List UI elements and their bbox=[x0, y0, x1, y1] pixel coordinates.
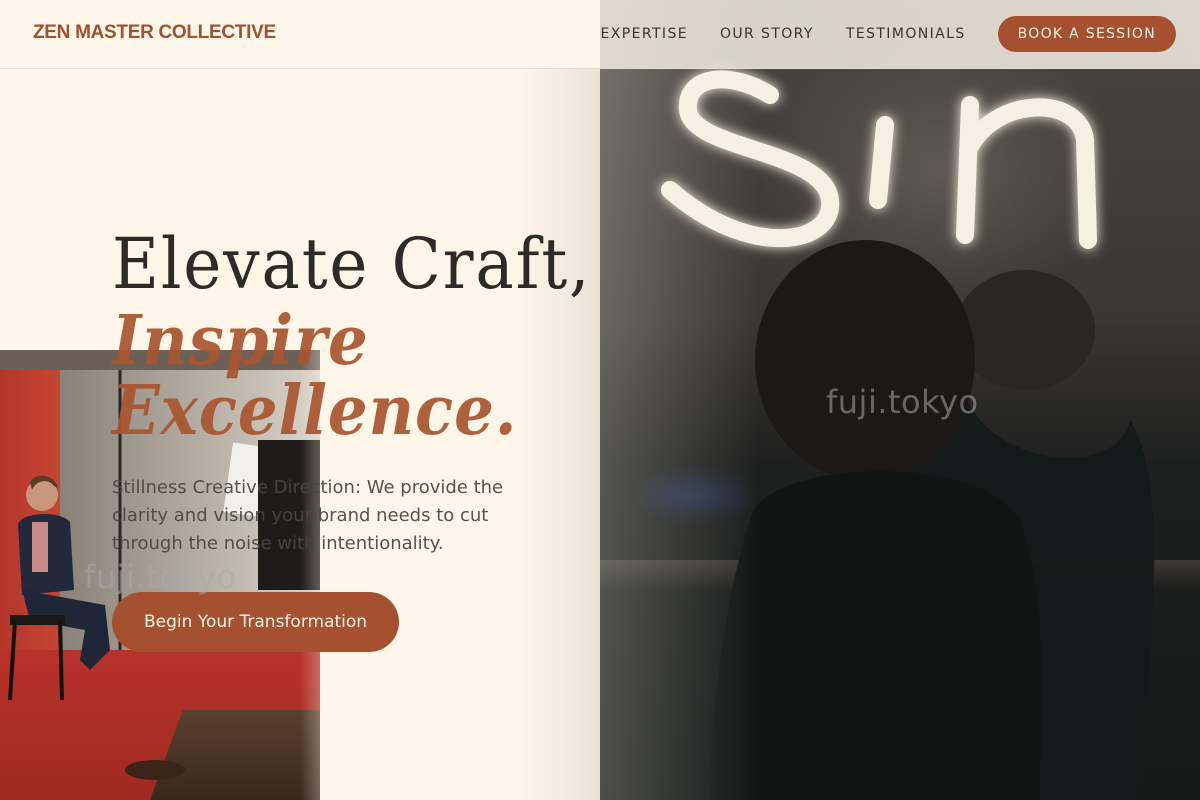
main-nav: EXPERTISE OUR STORY TESTIMONIALS BOOK A … bbox=[601, 16, 1176, 52]
hero-headline: Elevate Craft, Inspire Excellence. bbox=[112, 222, 592, 446]
watermark-left: fuji.tokyo bbox=[84, 558, 237, 596]
headline-line-2: Inspire bbox=[112, 301, 369, 381]
headline-line-1: Elevate Craft, bbox=[112, 223, 592, 305]
watermark-right: fuji.tokyo bbox=[826, 383, 979, 421]
begin-transformation-button[interactable]: Begin Your Transformation bbox=[112, 592, 400, 652]
nav-link-our-story[interactable]: OUR STORY bbox=[720, 16, 814, 52]
book-session-button[interactable]: BOOK A SESSION bbox=[997, 16, 1176, 52]
brand-logo[interactable]: ZEN MASTER COLLECTIVE bbox=[33, 22, 276, 44]
headline-line-3: Excellence. bbox=[112, 371, 518, 451]
photo-edge-fade bbox=[600, 0, 760, 800]
nav-link-testimonials[interactable]: TESTIMONIALS bbox=[846, 16, 966, 52]
site-header: ZEN MASTER COLLECTIVE EXPERTISE OUR STOR… bbox=[0, 0, 1200, 69]
hero-subtext: Stillness Creative Direction: We provide… bbox=[112, 477, 504, 554]
nav-link-expertise[interactable]: EXPERTISE bbox=[601, 16, 688, 52]
